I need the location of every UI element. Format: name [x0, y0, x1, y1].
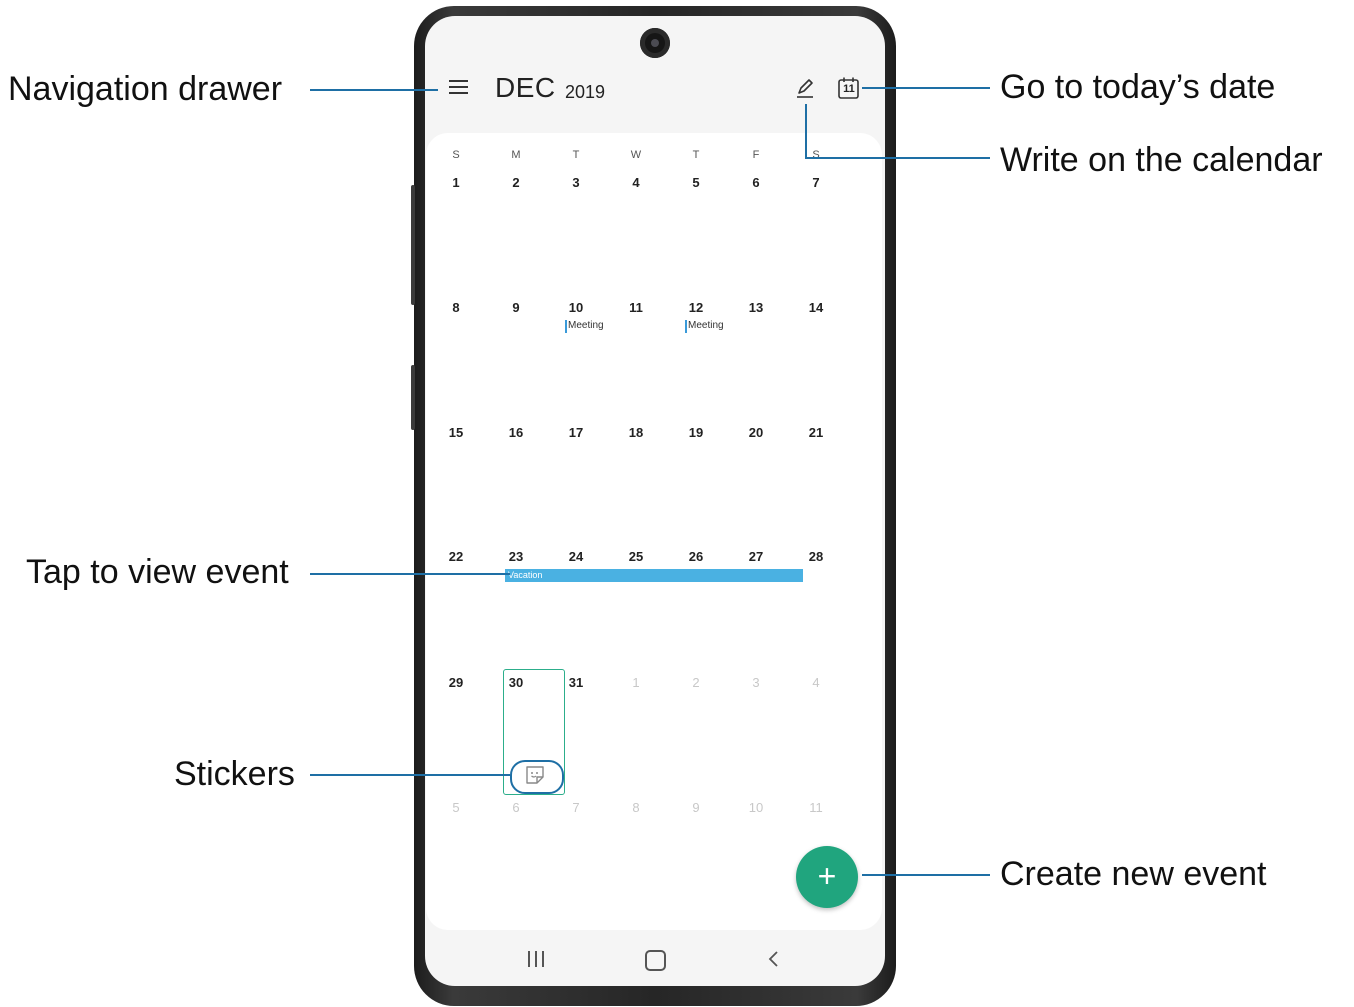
day-cell-next-month[interactable]: 9 [676, 800, 716, 815]
day-cell-next-month[interactable]: 3 [736, 675, 776, 690]
day-cell[interactable]: 29 [436, 675, 476, 690]
event-color-bar [685, 320, 687, 333]
side-button-upper [411, 185, 415, 305]
day-cell[interactable]: 19 [676, 425, 716, 440]
callout-line-go-to-today [862, 87, 990, 89]
day-cell[interactable]: 1 [436, 175, 476, 190]
month-title[interactable]: DEC [495, 72, 556, 104]
callout-stickers: Stickers [174, 755, 295, 793]
day-cell[interactable]: 9 [496, 300, 536, 315]
day-cell[interactable]: 28 [796, 549, 836, 564]
callout-line-write-on-calendar [805, 157, 990, 159]
callout-tap-to-view-event: Tap to view event [26, 553, 289, 591]
day-cell-next-month[interactable]: 10 [736, 800, 776, 815]
day-cell-next-month[interactable]: 7 [556, 800, 596, 815]
day-cell[interactable]: 4 [616, 175, 656, 190]
day-cell-next-month[interactable]: 2 [676, 675, 716, 690]
day-cell[interactable]: 24 [556, 549, 596, 564]
year-label: 2019 [565, 82, 606, 102]
event-vacation-bar[interactable] [505, 569, 803, 582]
callout-line-tap-to-view-event [310, 573, 510, 575]
day-cell[interactable]: 8 [436, 300, 476, 315]
callout-go-to-today: Go to today’s date [1000, 68, 1276, 106]
day-cell[interactable]: 2 [496, 175, 536, 190]
day-cell[interactable]: 13 [736, 300, 776, 315]
day-cell[interactable]: 23 [496, 549, 536, 564]
navigation-drawer-button[interactable] [449, 78, 469, 96]
weekday-fri: F [752, 149, 760, 161]
callout-line-navigation-drawer [310, 89, 438, 91]
today-date-number: 11 [843, 83, 855, 95]
recent-apps-icon[interactable] [527, 951, 545, 968]
weekday-sun: S [452, 149, 460, 161]
hamburger-icon-line-3 [449, 92, 468, 94]
day-cell[interactable]: 27 [736, 549, 776, 564]
front-camera [640, 28, 670, 58]
event-color-bar [565, 320, 567, 333]
day-cell-next-month[interactable]: 6 [496, 800, 536, 815]
day-cell[interactable]: 17 [556, 425, 596, 440]
callout-create-new-event: Create new event [1000, 855, 1267, 893]
day-cell[interactable]: 6 [736, 175, 776, 190]
event-meeting-12[interactable]: Meeting [688, 320, 724, 331]
event-vacation-label: Vacation [508, 570, 543, 580]
day-cell[interactable]: 7 [796, 175, 836, 190]
home-icon[interactable] [645, 950, 666, 971]
day-cell[interactable]: 14 [796, 300, 836, 315]
plus-icon: + [817, 858, 837, 894]
stage: DEC 2019 11 S M T W T F S 1 2 3 4 5 6 7 … [0, 0, 1354, 1007]
hamburger-icon-line-2 [449, 86, 468, 88]
callout-write-on-calendar: Write on the calendar [1000, 141, 1323, 179]
day-cell[interactable]: 3 [556, 175, 596, 190]
day-cell[interactable]: 10 [556, 300, 596, 315]
side-button-lower [411, 365, 415, 430]
day-cell-next-month[interactable]: 4 [796, 675, 836, 690]
weekday-tue: T [572, 149, 580, 161]
callout-line-create-new-event [862, 874, 990, 876]
callout-vline-write-on-calendar [805, 104, 807, 158]
day-cell[interactable]: 18 [616, 425, 656, 440]
day-cell[interactable]: 22 [436, 549, 476, 564]
day-cell[interactable]: 21 [796, 425, 836, 440]
create-event-button[interactable]: + [796, 846, 858, 908]
weekday-mon: M [511, 149, 521, 161]
day-cell-next-month[interactable]: 1 [616, 675, 656, 690]
callout-line-stickers [310, 774, 510, 776]
day-cell-next-month[interactable]: 8 [616, 800, 656, 815]
day-cell[interactable]: 16 [496, 425, 536, 440]
hamburger-icon-line-1 [449, 80, 468, 82]
sticker-icon[interactable] [524, 764, 546, 786]
day-cell[interactable]: 12 [676, 300, 716, 315]
day-cell[interactable]: 5 [676, 175, 716, 190]
weekday-sat: S [812, 149, 820, 161]
day-cell[interactable]: 20 [736, 425, 776, 440]
callout-navigation-drawer: Navigation drawer [8, 70, 283, 108]
weekday-thu: T [692, 149, 700, 161]
day-cell[interactable]: 15 [436, 425, 476, 440]
day-cell[interactable]: 25 [616, 549, 656, 564]
back-icon[interactable] [766, 950, 780, 968]
pen-icon[interactable] [794, 76, 816, 100]
event-meeting-10[interactable]: Meeting [568, 320, 604, 331]
day-cell[interactable]: 26 [676, 549, 716, 564]
weekday-wed: W [630, 149, 642, 161]
day-cell-next-month[interactable]: 11 [796, 800, 836, 815]
day-cell[interactable]: 11 [616, 300, 656, 315]
day-cell-next-month[interactable]: 5 [436, 800, 476, 815]
